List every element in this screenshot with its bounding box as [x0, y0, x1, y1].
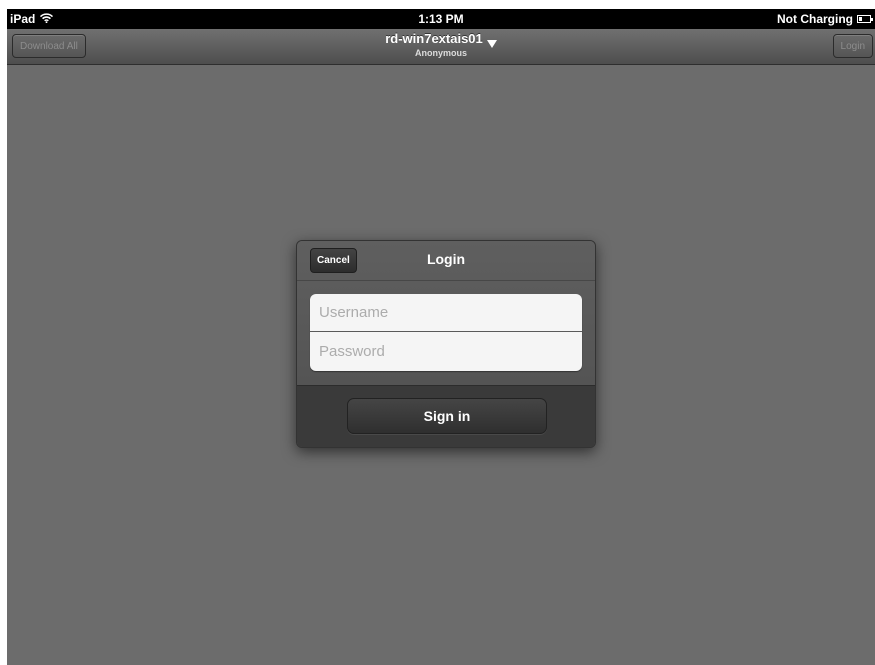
chevron-down-icon[interactable] — [486, 40, 497, 48]
battery-icon — [857, 15, 873, 23]
navigation-bar: Download All rd-win7extais01 Anonymous L… — [7, 29, 875, 65]
dialog-title: Login — [426, 251, 466, 267]
dialog-header: Cancel Login — [297, 241, 595, 281]
dialog-footer: Sign in — [297, 385, 595, 447]
credentials-group — [310, 294, 582, 371]
username-field[interactable] — [310, 294, 582, 332]
status-time: 1:13 PM — [418, 12, 464, 26]
sign-in-button[interactable]: Sign in — [347, 398, 547, 434]
charging-status: Not Charging — [777, 12, 853, 26]
password-field[interactable] — [310, 332, 582, 370]
server-title-menu[interactable]: rd-win7extais01 Anonymous — [7, 31, 875, 59]
login-button[interactable]: Login — [832, 34, 873, 58]
dialog-body: Cancel Login — [297, 241, 595, 385]
server-name: rd-win7extais01 — [385, 31, 483, 46]
user-status: Anonymous — [414, 48, 467, 58]
ipad-screen: iPad 1:13 PM Not Charging Download All r… — [7, 9, 875, 665]
login-dialog: Cancel Login Sign in — [296, 240, 596, 448]
status-bar: iPad 1:13 PM Not Charging — [7, 9, 875, 29]
status-right: Not Charging — [777, 9, 873, 29]
